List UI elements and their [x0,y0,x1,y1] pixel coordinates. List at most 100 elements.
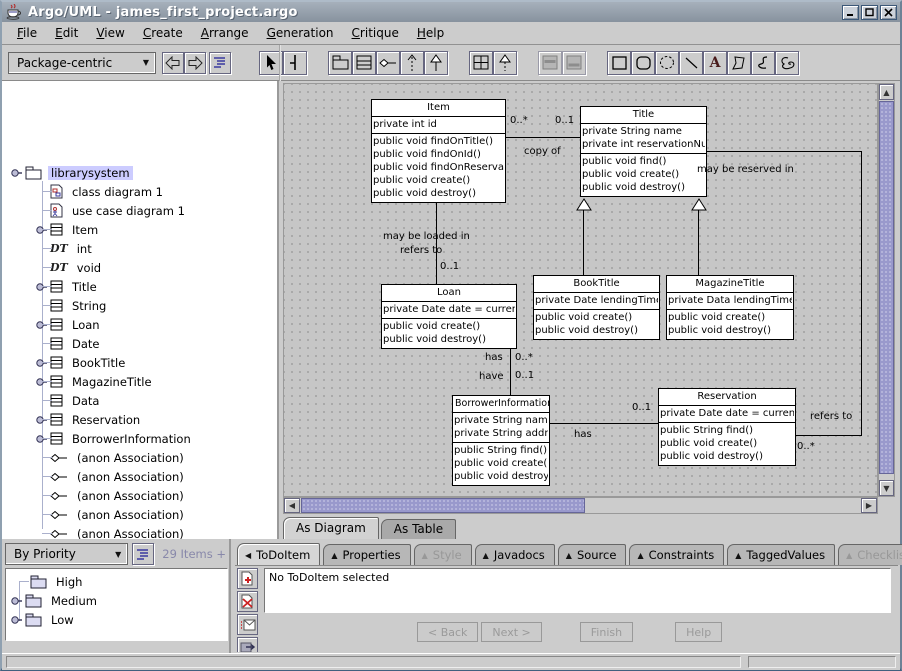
uml-operation[interactable]: public void create() [660,437,794,450]
tab-source[interactable]: ▲ Source [558,544,627,565]
tree-item-reservation[interactable]: Reservation [2,410,277,429]
todo-message-area[interactable]: No ToDoItem selected [264,568,891,613]
todo-perspective-combobox[interactable]: By Priority ▼ [5,543,128,565]
diagram-canvas[interactable]: Item private int id public void findOnTi… [283,83,878,497]
rounded-rectangle-tool-button[interactable] [631,51,655,75]
horizontal-scrollbar-thumb[interactable] [301,498,585,513]
scroll-right-button[interactable]: ▶ [861,498,877,513]
uml-attribute[interactable]: private String name [582,125,705,138]
uml-operation[interactable]: public void find() [582,155,705,168]
todo-item-label[interactable]: High [53,575,85,589]
association-tool-button[interactable] [376,51,400,75]
finish-button[interactable]: Finish [580,622,633,642]
circle-tool-button[interactable] [655,51,679,75]
tree-item-librarysystem[interactable]: librarysystem [2,163,277,182]
menu-file[interactable]: File [8,23,46,43]
tree-item-label[interactable]: (anon Association) [74,489,187,503]
tree-item-label[interactable]: (anon Association) [74,451,187,465]
todo-item-low[interactable]: Low [6,610,227,629]
multiplicity-label[interactable]: 0..1 [440,261,459,272]
tree-item-anon-association[interactable]: (anon Association) [2,467,277,486]
tree-item-label[interactable]: Item [69,223,101,237]
tree-item-borrowerinformation[interactable]: BorrowerInformation [2,429,277,448]
multiplicity-label[interactable]: 0..* [515,352,533,363]
tab-javadocs[interactable]: ▲ Javadocs [475,544,555,565]
tree-item-label[interactable]: (anon Association) [74,470,187,484]
tree-item-label[interactable]: Data [69,394,102,408]
tree-item-loan[interactable]: Loan [2,315,277,334]
tree-item-label[interactable]: use case diagram 1 [69,204,188,218]
uml-operation[interactable]: public void destroy() [383,333,515,346]
tree-item-label[interactable]: Title [69,280,100,294]
email-expert-button[interactable] [237,614,258,635]
uml-class-reservation[interactable]: Reservation private Date date = current … [658,388,796,466]
tree-item-label[interactable]: MagazineTitle [69,375,155,389]
uml-attribute[interactable]: private Date date = current date [660,407,794,420]
uml-operation[interactable]: public void destroy() [582,181,705,194]
uml-attribute[interactable]: private int reservationNumber [582,138,705,151]
multiplicity-label[interactable]: 0..* [797,441,815,452]
tree-item-label[interactable]: Date [69,337,103,351]
line-tool-button[interactable] [679,51,703,75]
uml-operation[interactable]: public void destroy() [373,187,504,200]
tab-as-table[interactable]: As Table [381,519,456,539]
new-todo-button[interactable] [237,568,258,589]
todo-item-medium[interactable]: Medium [6,591,227,610]
association-line-has[interactable] [548,423,658,424]
menu-generation[interactable]: Generation [258,23,343,43]
perspective-config-button[interactable] [209,52,231,74]
uml-class-booktitle[interactable]: BookTitle private Date lendingTime = 30 … [533,275,660,340]
scroll-down-button[interactable]: ▼ [879,480,894,496]
association-role-label[interactable]: refers to [400,245,442,256]
tree-item-label[interactable]: (anon Association) [74,527,187,540]
tree-item-int[interactable]: DT int [2,239,277,258]
generalization-tool-button[interactable] [424,51,448,75]
menu-create[interactable]: Create [134,23,192,43]
uml-class-magazinetitle[interactable]: MagazineTitle private Data lendingTime =… [666,275,794,340]
tab-todoitem[interactable]: ◀ ToDoItem [237,543,320,565]
tab-constraints[interactable]: ▲ Constraints [629,544,724,565]
tree-item-label[interactable]: Loan [69,318,103,332]
tree-item-class-diagram[interactable]: class diagram 1 [2,182,277,201]
minimize-button[interactable] [842,5,859,20]
tree-item-label[interactable]: class diagram 1 [69,185,166,199]
tree-item-label[interactable]: BorrowerInformation [69,432,194,446]
tree-item-label[interactable]: void [74,261,104,275]
uml-class-title[interactable]: Title private String name private int re… [580,106,707,197]
uml-operation[interactable]: public void create() [454,457,548,470]
dependency-tool-button[interactable] [400,51,424,75]
uml-operation[interactable]: public void create() [535,311,658,324]
horizontal-scrollbar[interactable]: ◀ ▶ [283,497,878,514]
snooze-todo-button[interactable] [237,637,258,652]
association-name-label[interactable]: copy of [524,146,561,157]
todo-item-label[interactable]: Low [48,613,77,627]
menu-edit[interactable]: Edit [46,23,87,43]
tree-item-anon-association[interactable]: (anon Association) [2,524,277,539]
multiplicity-label[interactable]: 0..1 [515,370,534,381]
uml-operation[interactable]: public void destroy() [454,470,548,483]
tab-taggedvalues[interactable]: ▲ TaggedValues [727,544,835,565]
scroll-up-button[interactable]: ▲ [879,84,894,100]
realization-tool-button[interactable] [493,51,517,75]
uml-attribute[interactable]: private Date date = current date [383,303,515,316]
rectangle-tool-button[interactable] [607,51,631,75]
tree-item-label[interactable]: BookTitle [69,356,128,370]
uml-operation[interactable]: public void destroy() [535,324,658,337]
tree-item-date[interactable]: Date [2,334,277,353]
close-button[interactable] [880,5,897,20]
association-name-label[interactable]: may be loaded in [383,231,470,242]
expand-handle[interactable] [10,595,25,607]
class-compartments-tool-button[interactable] [469,51,493,75]
text-tool-button[interactable]: A [703,51,727,75]
broom-tool-button[interactable] [283,51,307,75]
tree-item-label[interactable]: int [74,242,95,256]
tree-item-data[interactable]: Data [2,391,277,410]
expand-handle[interactable] [10,167,25,179]
title-bar[interactable]: Argo/UML - james_first_project.argo [2,2,900,22]
uml-class-item[interactable]: Item private int id public void findOnTi… [371,99,506,203]
association-line-reserved-in-a[interactable] [706,151,861,152]
class-tool-button[interactable] [352,51,376,75]
generalization-line-magazinetitle[interactable] [698,210,699,275]
menu-help[interactable]: Help [408,23,453,43]
uml-operation[interactable]: public void findOnReservation() [373,161,504,174]
